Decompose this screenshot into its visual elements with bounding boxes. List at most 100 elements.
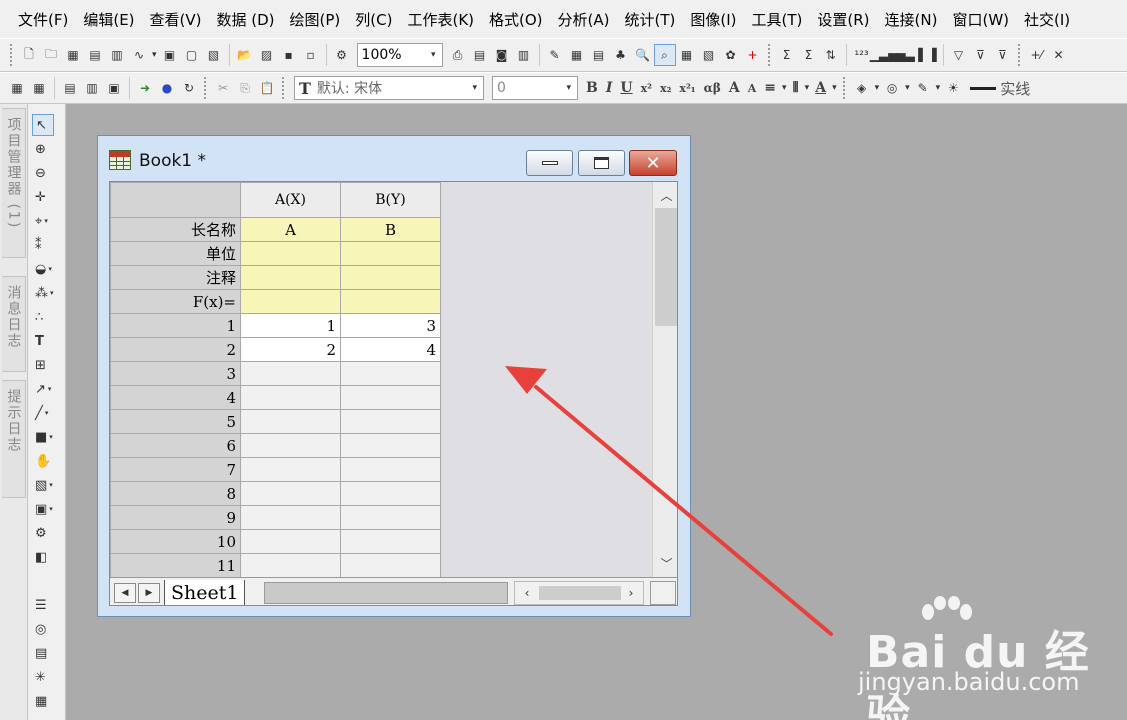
- row-header[interactable]: 11: [110, 553, 241, 578]
- data-reader-icon[interactable]: ⌖ ▾: [32, 210, 60, 232]
- new-excel-icon[interactable]: ▧: [203, 44, 225, 66]
- grid-icon[interactable]: ▦: [32, 690, 60, 712]
- data-cell[interactable]: [340, 457, 441, 482]
- font-name-select[interactable]: T 默认: 宋体 ▾: [294, 76, 484, 100]
- data-cell[interactable]: [240, 457, 341, 482]
- row-header[interactable]: 6: [110, 433, 241, 458]
- horizontal-scrollbar[interactable]: ‹ ›: [514, 581, 644, 605]
- row-header[interactable]: 长名称: [110, 217, 241, 242]
- label-cell[interactable]: [240, 241, 341, 266]
- data-cell[interactable]: 4: [340, 337, 441, 362]
- filter-icon[interactable]: ▽: [948, 44, 970, 66]
- add-plot-icon[interactable]: +⁄: [1026, 44, 1048, 66]
- data-selector-icon[interactable]: ◒ ▾: [32, 258, 60, 280]
- zoom-in-icon[interactable]: ⊕: [32, 138, 60, 160]
- zoom-select[interactable]: 100% ▾: [356, 43, 443, 67]
- row-header[interactable]: 3: [110, 361, 241, 386]
- data-cell[interactable]: [240, 553, 341, 578]
- chevron-down-icon[interactable]: ▾: [832, 83, 837, 93]
- menu-file[interactable]: 文件(F): [18, 9, 68, 30]
- row-header[interactable]: 单位: [110, 241, 241, 266]
- menu-view[interactable]: 查看(V): [150, 9, 202, 30]
- row-header[interactable]: 7: [110, 457, 241, 482]
- data-cell[interactable]: 3: [340, 313, 441, 338]
- row-header[interactable]: 10: [110, 529, 241, 554]
- new-project-icon[interactable]: 🗋: [18, 44, 40, 66]
- fill-color-icon[interactable]: ◈: [851, 77, 873, 99]
- color-ball-icon[interactable]: ●: [156, 77, 178, 99]
- new-folder-icon[interactable]: 🗀: [40, 44, 62, 66]
- scroll-down-icon[interactable]: ﹀: [653, 552, 677, 574]
- toolbar-grip[interactable]: [204, 77, 208, 99]
- data-cell[interactable]: 2: [240, 337, 341, 362]
- import-wizard-icon[interactable]: ▦: [28, 77, 50, 99]
- copy-icon[interactable]: ⎘: [234, 77, 256, 99]
- data-cell[interactable]: [240, 385, 341, 410]
- circle-tool-icon[interactable]: ◎: [32, 618, 60, 640]
- label-cell[interactable]: [340, 289, 441, 314]
- toolbar-grip[interactable]: [842, 77, 847, 99]
- align-icon[interactable]: ≡: [764, 80, 776, 96]
- brightness-icon[interactable]: ☀: [942, 77, 964, 99]
- sheet-tab[interactable]: Sheet1: [164, 580, 246, 605]
- code-builder-icon[interactable]: ✎: [544, 44, 566, 66]
- greek-icon[interactable]: αβ: [704, 81, 721, 95]
- resize-grip-icon[interactable]: [650, 581, 676, 605]
- data-cell[interactable]: [240, 361, 341, 386]
- column-chart-icon[interactable]: ▁▃▅: [870, 44, 898, 66]
- border-icon[interactable]: ⦀: [793, 80, 799, 96]
- row-header[interactable]: 8: [110, 481, 241, 506]
- notes-icon[interactable]: ▧: [698, 44, 720, 66]
- statistics-icon[interactable]: Σ: [798, 44, 820, 66]
- chevron-down-icon[interactable]: ▾: [936, 83, 941, 93]
- menu-edit[interactable]: 编辑(E): [83, 9, 134, 30]
- row-header[interactable]: 1: [110, 313, 241, 338]
- line-tool-icon[interactable]: ╱ ▾: [32, 402, 60, 424]
- pan-hand-icon[interactable]: ✋: [32, 450, 60, 472]
- line-color-icon[interactable]: ✎: [912, 77, 934, 99]
- tab-project-explorer[interactable]: 项目管理器 (1): [2, 108, 26, 258]
- data-cell[interactable]: [340, 505, 441, 530]
- vertical-scrollbar[interactable]: ︿ ﹀: [652, 182, 677, 577]
- refresh-icon[interactable]: ↻: [178, 77, 200, 99]
- data-cell[interactable]: [340, 385, 441, 410]
- data-cell[interactable]: [340, 361, 441, 386]
- data-cell[interactable]: [240, 409, 341, 434]
- new-notes-icon[interactable]: ▢: [181, 44, 203, 66]
- data-cell[interactable]: [340, 481, 441, 506]
- subscript-icon[interactable]: x₂: [660, 82, 671, 95]
- supsub-icon[interactable]: x²₁: [679, 82, 695, 95]
- draw-data-icon[interactable]: ∴: [32, 306, 60, 328]
- import-icon[interactable]: ▦: [6, 77, 28, 99]
- data-cell[interactable]: [240, 505, 341, 530]
- data-cell[interactable]: [340, 529, 441, 554]
- open-icon[interactable]: 📂: [234, 44, 256, 66]
- layer-icon[interactable]: ◧: [32, 546, 60, 568]
- chevron-down-icon[interactable]: ▾: [152, 50, 157, 60]
- zoom-tool-icon[interactable]: ⌕: [653, 44, 676, 66]
- menu-format[interactable]: 格式(O): [489, 9, 543, 30]
- sum-column-icon[interactable]: Σ: [776, 44, 798, 66]
- scroll-right-icon[interactable]: ›: [621, 584, 641, 602]
- mask-icon[interactable]: ⁂ ▾: [32, 282, 60, 304]
- clear-filter-icon[interactable]: ⊽: [970, 44, 992, 66]
- duplicate-icon[interactable]: ▣: [103, 77, 125, 99]
- row-header[interactable]: 9: [110, 505, 241, 530]
- paste-icon[interactable]: 📋: [256, 77, 278, 99]
- tab-messages-log[interactable]: 消息日志: [2, 276, 26, 372]
- chevron-down-icon[interactable]: ▾: [905, 83, 910, 93]
- rectangle-tool-icon[interactable]: ■ ▾: [32, 426, 60, 448]
- text-tool-icon[interactable]: T: [32, 330, 60, 352]
- pointer-icon[interactable]: ↖: [32, 114, 54, 136]
- tab-smart-hint-log[interactable]: 提示日志: [2, 380, 26, 498]
- insert-table-icon[interactable]: ▣ ▾: [32, 498, 60, 520]
- menu-image[interactable]: 图像(I): [690, 9, 736, 30]
- reapply-filter-icon[interactable]: ⊽: [992, 44, 1014, 66]
- menu-statistics[interactable]: 统计(T): [625, 9, 676, 30]
- screen-reader-icon[interactable]: ⁑: [32, 234, 60, 256]
- arrow-tool-icon[interactable]: ↗ ▾: [32, 378, 60, 400]
- label-cell[interactable]: [340, 241, 441, 266]
- page-icon[interactable]: ▤: [32, 642, 60, 664]
- print-icon[interactable]: ⎙: [447, 44, 469, 66]
- minimize-button[interactable]: [526, 150, 573, 176]
